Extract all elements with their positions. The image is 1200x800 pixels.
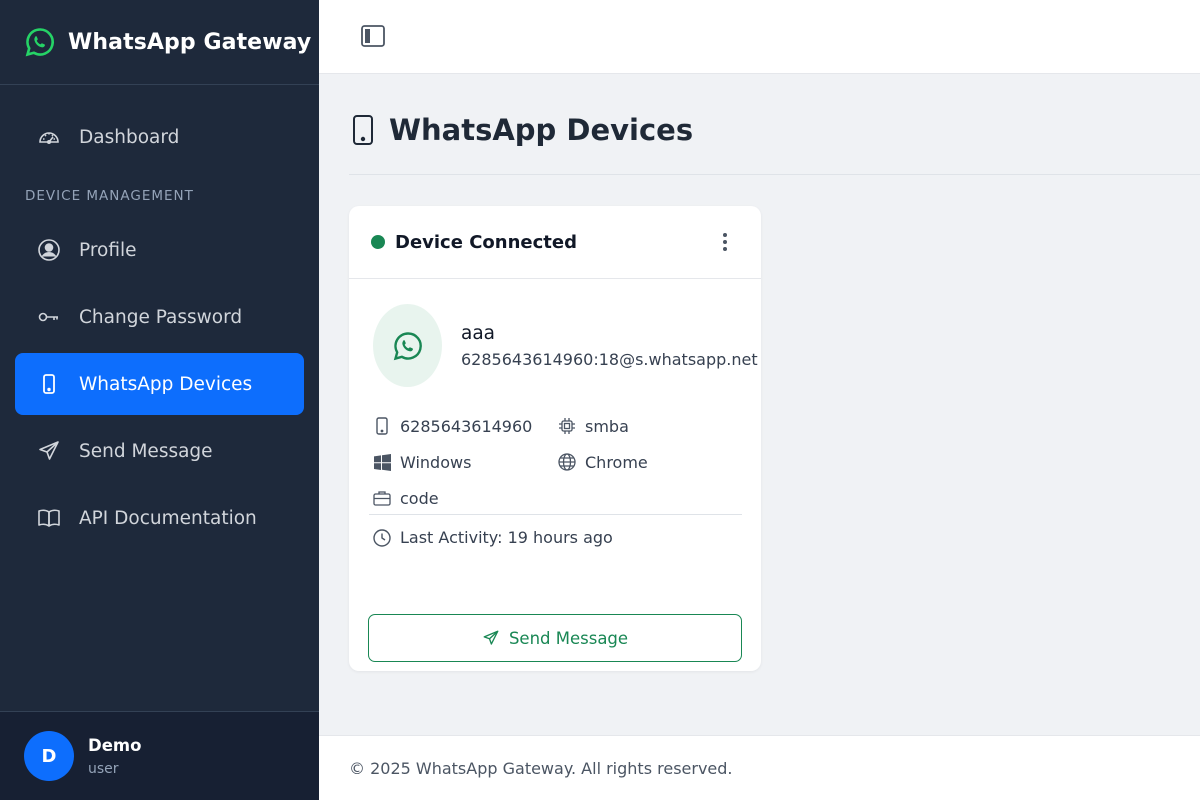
detail-value: 6285643614960 [400, 416, 533, 436]
device-card-header: Device Connected [349, 206, 761, 279]
detail-value: smba [585, 416, 629, 436]
card-divider [369, 514, 742, 515]
footer-text: © 2025 WhatsApp Gateway. All rights rese… [349, 758, 733, 778]
phone-icon [37, 372, 61, 396]
send-message-button[interactable]: Send Message [368, 614, 742, 662]
detail-business: code [373, 489, 560, 508]
sidebar-item-change-password[interactable]: Change Password [15, 286, 304, 348]
last-activity: Last Activity: 19 hours ago [373, 528, 613, 547]
topbar [319, 0, 1200, 74]
kebab-icon [723, 233, 727, 251]
sidebar-item-label: WhatsApp Devices [79, 373, 253, 395]
detail-os: Windows [373, 453, 558, 472]
device-status: Device Connected [395, 231, 577, 253]
device-names: aaa 6285643614960:18@s.whatsapp.net [461, 323, 758, 369]
last-activity-text: Last Activity: 19 hours ago [400, 528, 613, 547]
phone-icon [349, 112, 377, 148]
detail-browser: Chrome [558, 453, 743, 472]
send-icon [37, 439, 61, 463]
header-divider [349, 174, 1200, 175]
windows-icon [373, 453, 391, 471]
status-dot-icon [371, 235, 385, 249]
detail-value: Chrome [585, 452, 648, 472]
device-summary: aaa 6285643614960:18@s.whatsapp.net [373, 304, 758, 387]
device-name: aaa [461, 322, 496, 344]
detail-value: Windows [400, 452, 472, 472]
user-profile[interactable]: D Demo user [0, 711, 319, 800]
sidebar-toggle-icon [360, 24, 386, 52]
key-icon [37, 305, 61, 329]
sidebar-item-label: Send Message [79, 440, 213, 462]
more-options-button[interactable] [715, 230, 735, 254]
clock-icon [373, 528, 391, 547]
globe-icon [558, 453, 576, 471]
details-row: 6285643614960 smba [373, 408, 743, 444]
send-message-label: Send Message [508, 628, 629, 648]
whatsapp-logo-icon [24, 26, 56, 58]
speedometer-icon [37, 125, 61, 149]
sidebar-item-dashboard[interactable]: Dashboard [15, 106, 304, 168]
sidebar-item-label: Profile [79, 239, 137, 261]
section-label-device-management: DEVICE MANAGEMENT [25, 188, 194, 204]
whatsapp-avatar [373, 304, 442, 387]
sidebar-item-profile[interactable]: Profile [15, 219, 304, 281]
sidebar: WhatsApp Gateway Dashboard DEVICE MANAGE… [0, 0, 319, 800]
book-icon [37, 506, 61, 530]
sidebar-nav: Dashboard DEVICE MANAGEMENT Profile Chan… [15, 106, 304, 554]
detail-phone: 6285643614960 [373, 417, 558, 436]
device-card: Device Connected aaa 6285643614960:18@s.… [349, 206, 761, 671]
sidebar-item-label: Dashboard [79, 126, 180, 148]
user-name: Demo [88, 735, 142, 755]
sidebar-item-label: Change Password [79, 306, 243, 328]
app-title: WhatsApp Gateway [68, 29, 312, 55]
send-icon [482, 629, 500, 647]
footer: © 2025 WhatsApp Gateway. All rights rese… [319, 735, 1200, 800]
detail-platform: smba [558, 417, 743, 436]
phone-icon [373, 417, 391, 435]
page-header: WhatsApp Devices [349, 112, 693, 148]
sidebar-toggle-button[interactable] [359, 25, 387, 51]
sidebar-item-whatsapp-devices[interactable]: WhatsApp Devices [15, 353, 304, 415]
brand[interactable]: WhatsApp Gateway [0, 0, 319, 85]
device-details: 6285643614960 smba Windows Chrome code [373, 408, 743, 516]
whatsapp-icon [393, 331, 422, 360]
avatar: D [24, 731, 74, 781]
detail-value: code [400, 488, 439, 508]
user-circle-icon [37, 238, 61, 262]
briefcase-icon [373, 489, 391, 507]
device-jid: 6285643614960:18@s.whatsapp.net [461, 349, 758, 369]
details-row: Windows Chrome [373, 444, 743, 480]
page-title: WhatsApp Devices [389, 113, 694, 147]
user-meta: Demo user [88, 736, 141, 777]
details-row: code [373, 480, 743, 516]
user-role: user [88, 760, 119, 777]
cpu-icon [558, 417, 576, 435]
sidebar-item-api-documentation[interactable]: API Documentation [15, 487, 304, 549]
sidebar-item-label: API Documentation [79, 507, 257, 529]
sidebar-item-send-message[interactable]: Send Message [15, 420, 304, 482]
